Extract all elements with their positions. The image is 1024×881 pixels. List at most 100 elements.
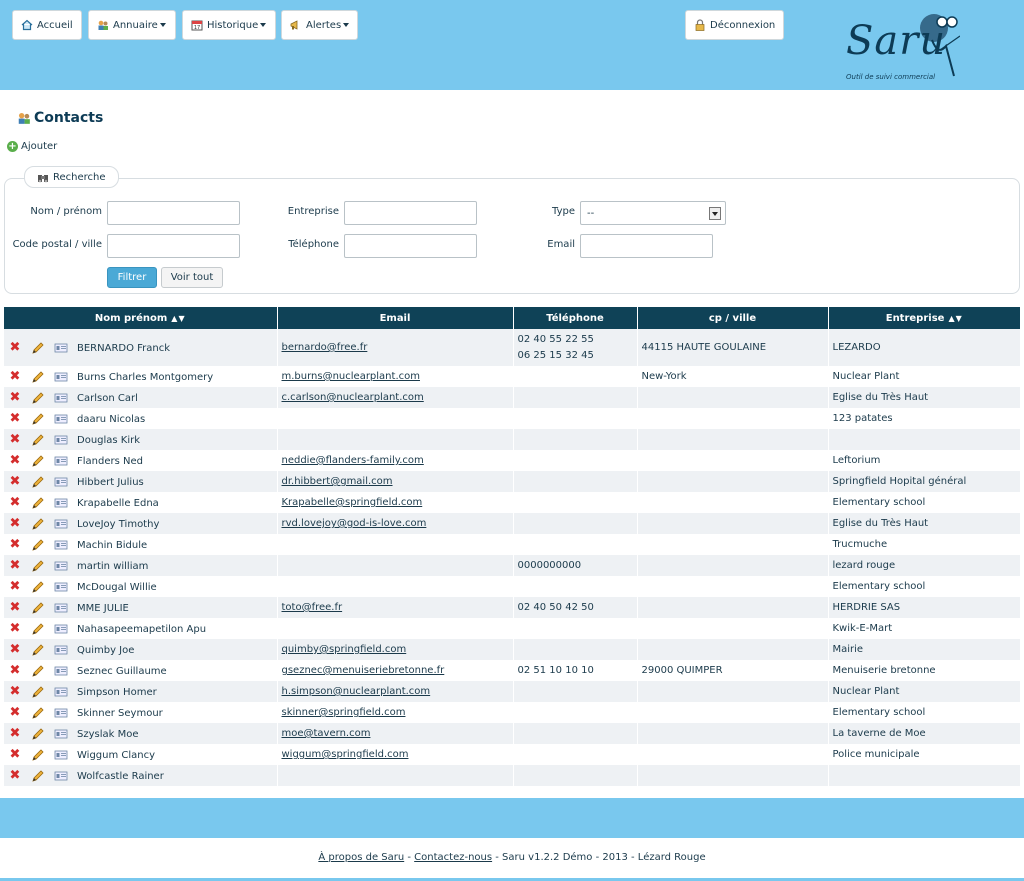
delete-icon[interactable]: ✖ [8, 369, 22, 384]
delete-icon[interactable]: ✖ [8, 768, 22, 783]
edit-icon[interactable] [31, 341, 45, 355]
edit-icon[interactable] [31, 517, 45, 531]
delete-icon[interactable]: ✖ [8, 684, 22, 699]
delete-icon[interactable]: ✖ [8, 642, 22, 657]
add-contact-link[interactable]: + Ajouter [7, 139, 57, 153]
view-card-icon[interactable] [54, 580, 68, 594]
view-card-icon[interactable] [54, 496, 68, 510]
contact-name[interactable]: BERNARDO Franck [77, 343, 170, 354]
view-card-icon[interactable] [54, 454, 68, 468]
delete-icon[interactable]: ✖ [8, 411, 22, 426]
edit-icon[interactable] [31, 496, 45, 510]
email-link[interactable]: bernardo@free.fr [282, 342, 368, 353]
view-card-icon[interactable] [54, 517, 68, 531]
view-card-icon[interactable] [54, 433, 68, 447]
edit-icon[interactable] [31, 622, 45, 636]
show-all-button[interactable]: Voir tout [161, 267, 223, 288]
edit-icon[interactable] [31, 454, 45, 468]
edit-icon[interactable] [31, 601, 45, 615]
edit-icon[interactable] [31, 748, 45, 762]
column-header-name[interactable]: Nom prénom ▲▼ [4, 307, 278, 329]
delete-icon[interactable]: ✖ [8, 726, 22, 741]
view-card-icon[interactable] [54, 538, 68, 552]
view-card-icon[interactable] [54, 601, 68, 615]
directory-menu[interactable]: Annuaire [88, 10, 176, 40]
sort-arrows-icon[interactable]: ▲▼ [948, 314, 962, 323]
view-card-icon[interactable] [54, 769, 68, 783]
contact-name[interactable]: daaru Nicolas [77, 414, 145, 425]
view-card-icon[interactable] [54, 664, 68, 678]
email-link[interactable]: skinner@springfield.com [282, 707, 406, 718]
delete-icon[interactable]: ✖ [8, 705, 22, 720]
view-card-icon[interactable] [54, 559, 68, 573]
delete-icon[interactable]: ✖ [8, 432, 22, 447]
home-button[interactable]: Accueil [12, 10, 82, 40]
delete-icon[interactable]: ✖ [8, 621, 22, 636]
contact-name[interactable]: Carlson Carl [77, 393, 138, 404]
delete-icon[interactable]: ✖ [8, 579, 22, 594]
name-input[interactable] [107, 201, 240, 225]
view-card-icon[interactable] [54, 622, 68, 636]
email-link[interactable]: c.carlson@nuclearplant.com [282, 392, 424, 403]
edit-icon[interactable] [31, 475, 45, 489]
sort-arrows-icon[interactable]: ▲▼ [171, 314, 185, 323]
contact-name[interactable]: Nahasapeemapetilon Apu [77, 624, 206, 635]
delete-icon[interactable]: ✖ [8, 474, 22, 489]
contact-name[interactable]: Simpson Homer [77, 687, 157, 698]
contact-name[interactable]: Wiggum Clancy [77, 750, 155, 761]
view-card-icon[interactable] [54, 412, 68, 426]
delete-icon[interactable]: ✖ [8, 600, 22, 615]
contact-name[interactable]: LoveJoy Timothy [77, 519, 159, 530]
delete-icon[interactable]: ✖ [8, 537, 22, 552]
contact-name[interactable]: Krapabelle Edna [77, 498, 159, 509]
edit-icon[interactable] [31, 706, 45, 720]
contact-name[interactable]: Seznec Guillaume [77, 666, 167, 677]
view-card-icon[interactable] [54, 475, 68, 489]
view-card-icon[interactable] [54, 748, 68, 762]
delete-icon[interactable]: ✖ [8, 516, 22, 531]
view-card-icon[interactable] [54, 341, 68, 355]
alerts-menu[interactable]: Alertes [281, 10, 358, 40]
type-select[interactable]: -- [580, 201, 726, 225]
email-link[interactable]: gseznec@menuiseriebretonne.fr [282, 665, 445, 676]
postal-input[interactable] [107, 234, 240, 258]
edit-icon[interactable] [31, 391, 45, 405]
edit-icon[interactable] [31, 412, 45, 426]
delete-icon[interactable]: ✖ [8, 340, 22, 355]
contact-name[interactable]: Machin Bidule [77, 540, 147, 551]
email-link[interactable]: quimby@springfield.com [282, 644, 407, 655]
contact-name[interactable]: Douglas Kirk [77, 435, 140, 446]
edit-icon[interactable] [31, 538, 45, 552]
email-link[interactable]: h.simpson@nuclearplant.com [282, 686, 431, 697]
email-link[interactable]: neddie@flanders-family.com [282, 455, 424, 466]
email-link[interactable]: wiggum@springfield.com [282, 749, 409, 760]
contact-name[interactable]: Flanders Ned [77, 456, 143, 467]
contact-name[interactable]: Hibbert Julius [77, 477, 144, 488]
delete-icon[interactable]: ✖ [8, 747, 22, 762]
filter-button[interactable]: Filtrer [107, 267, 157, 288]
view-card-icon[interactable] [54, 643, 68, 657]
edit-icon[interactable] [31, 664, 45, 678]
email-link[interactable]: m.burns@nuclearplant.com [282, 371, 420, 382]
phone-input[interactable] [344, 234, 477, 258]
contact-name[interactable]: Skinner Seymour [77, 708, 163, 719]
contact-name[interactable]: Szyslak Moe [77, 729, 139, 740]
edit-icon[interactable] [31, 769, 45, 783]
edit-icon[interactable] [31, 580, 45, 594]
edit-icon[interactable] [31, 643, 45, 657]
email-link[interactable]: moe@tavern.com [282, 728, 371, 739]
contact-name[interactable]: martin william [77, 561, 148, 572]
edit-icon[interactable] [31, 685, 45, 699]
delete-icon[interactable]: ✖ [8, 495, 22, 510]
email-link[interactable]: toto@free.fr [282, 602, 343, 613]
contact-link[interactable]: Contactez-nous [414, 852, 492, 863]
contact-name[interactable]: Quimby Joe [77, 645, 134, 656]
company-input[interactable] [344, 201, 477, 225]
edit-icon[interactable] [31, 433, 45, 447]
delete-icon[interactable]: ✖ [8, 663, 22, 678]
edit-icon[interactable] [31, 370, 45, 384]
contact-name[interactable]: Burns Charles Montgomery [77, 372, 213, 383]
view-card-icon[interactable] [54, 391, 68, 405]
email-link[interactable]: rvd.lovejoy@god-is-love.com [282, 518, 427, 529]
column-header-company[interactable]: Entreprise ▲▼ [828, 307, 1020, 329]
